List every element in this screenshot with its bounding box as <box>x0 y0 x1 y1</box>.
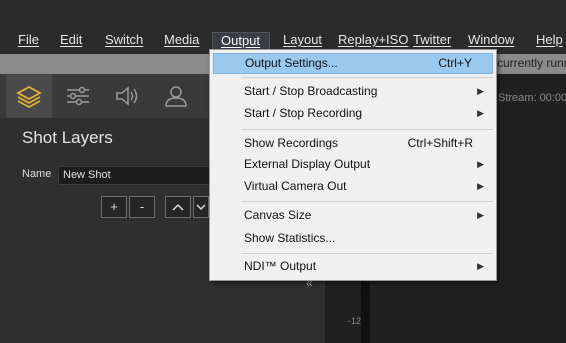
menu-item-label: External Display Output <box>244 157 371 171</box>
menu-item-show-statistics[interactable]: Show Statistics... <box>213 228 493 249</box>
menu-help[interactable]: Help <box>528 32 566 52</box>
menu-item-label: Virtual Camera Out <box>244 179 347 193</box>
tab-layers[interactable] <box>6 74 52 118</box>
submenu-arrow-icon: ▶ <box>477 86 484 96</box>
move-up-button[interactable] <box>165 196 191 218</box>
submenu-arrow-icon: ▶ <box>477 159 484 169</box>
menu-item-ndi-output[interactable]: NDI™ Output ▶ <box>213 256 493 277</box>
menu-item-start-stop-recording[interactable]: Start / Stop Recording ▶ <box>213 103 493 124</box>
menu-item-label: Start / Stop Recording <box>244 106 363 120</box>
output-menu: Output Settings... Ctrl+Y Start / Stop B… <box>209 49 497 281</box>
submenu-arrow-icon: ▶ <box>477 210 484 220</box>
menu-item-canvas-size[interactable]: Canvas Size ▶ <box>213 205 493 226</box>
submenu-arrow-icon: ▶ <box>477 108 484 118</box>
speaker-icon <box>116 86 138 106</box>
menu-item-shortcut: Ctrl+Y <box>438 56 472 70</box>
remove-layer-button[interactable]: - <box>129 196 155 218</box>
menu-item-show-recordings[interactable]: Show Recordings Ctrl+Shift+R <box>213 133 493 154</box>
menu-separator <box>241 129 493 130</box>
layers-icon <box>16 85 42 109</box>
person-icon <box>165 86 187 107</box>
menu-item-label: Show Recordings <box>244 136 339 150</box>
chevron-down-icon <box>196 204 206 211</box>
chevron-up-icon <box>172 203 184 211</box>
tab-adjustments[interactable] <box>55 74 101 118</box>
meter-scale-label: -12 <box>348 316 362 326</box>
menu-edit[interactable]: Edit <box>52 32 90 52</box>
menu-item-output-settings[interactable]: Output Settings... Ctrl+Y <box>213 53 493 74</box>
name-label: Name <box>22 168 52 180</box>
tab-audio[interactable] <box>104 74 150 118</box>
move-down-button[interactable] <box>193 196 209 218</box>
menu-separator <box>241 253 493 254</box>
menu-switch[interactable]: Switch <box>97 32 151 52</box>
menu-media[interactable]: Media <box>156 32 207 52</box>
menu-item-shortcut: Ctrl+Shift+R <box>407 136 473 150</box>
shot-name-input[interactable]: New Shot <box>58 166 210 185</box>
menu-separator <box>241 77 493 78</box>
menu-item-external-display-output[interactable]: External Display Output ▶ <box>213 154 493 175</box>
tab-person[interactable] <box>153 74 199 118</box>
menu-item-label: Start / Stop Broadcasting <box>244 84 378 98</box>
submenu-arrow-icon: ▶ <box>477 181 484 191</box>
sliders-icon <box>67 86 89 106</box>
add-layer-button[interactable]: + <box>101 196 127 218</box>
notification-text: currently runn <box>497 56 566 70</box>
menu-item-label: Show Statistics... <box>244 231 336 245</box>
menu-item-start-stop-broadcasting[interactable]: Start / Stop Broadcasting ▶ <box>213 81 493 102</box>
submenu-arrow-icon: ▶ <box>477 261 484 271</box>
panel-title: Shot Layers <box>22 128 113 147</box>
menu-item-label: Canvas Size <box>244 208 312 222</box>
menu-separator <box>241 201 493 202</box>
menu-file[interactable]: File <box>10 32 47 52</box>
menu-item-virtual-camera-out[interactable]: Virtual Camera Out ▶ <box>213 176 493 197</box>
stream-status: Stream: 00:00 <box>498 92 566 104</box>
menu-item-label: NDI™ Output <box>244 259 317 273</box>
menu-item-label: Output Settings... <box>245 56 338 70</box>
